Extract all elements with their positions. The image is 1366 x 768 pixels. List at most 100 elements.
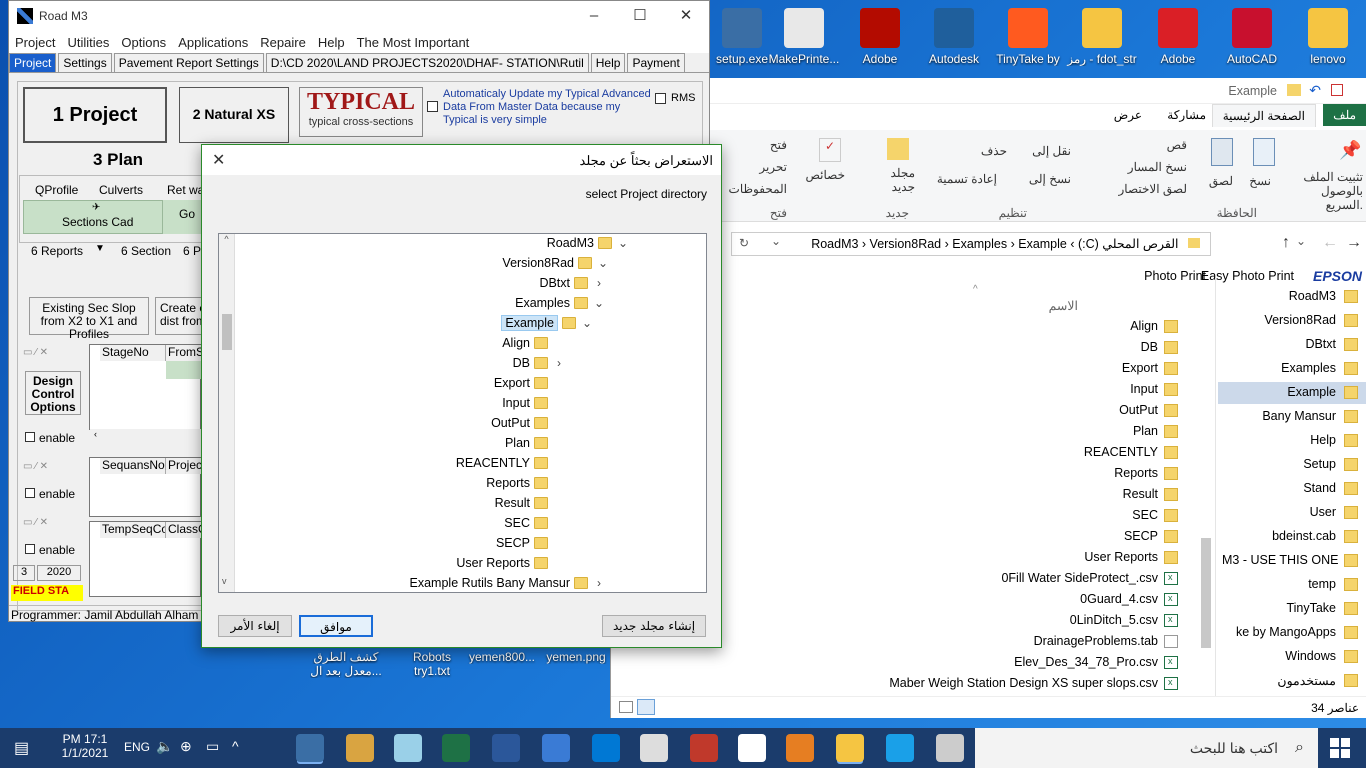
temp-grid[interactable]: TempSeqCod ClassCo: [89, 521, 202, 597]
clock[interactable]: PM 17:1 1/1/2021: [60, 732, 110, 760]
enable-checkbox-1[interactable]: [25, 432, 35, 442]
road-tab[interactable]: Project: [9, 53, 57, 72]
dialog-close-icon[interactable]: ✕: [212, 150, 225, 170]
stage-no-header[interactable]: StageNo: [100, 345, 166, 361]
volume-icon[interactable]: 🔈: [156, 738, 173, 755]
file-row[interactable]: SECP: [1124, 529, 1178, 544]
enable-checkbox-2[interactable]: [25, 488, 35, 498]
file-row[interactable]: Maber Weigh Station Design XS super slop…: [889, 676, 1178, 691]
file-row[interactable]: DB: [1141, 340, 1178, 355]
tab-home[interactable]: الصفحة الرئيسية: [1211, 104, 1316, 127]
desktop-icon[interactable]: Adobe: [1142, 2, 1214, 76]
collapsed-arrow-icon[interactable]: ‹: [552, 356, 566, 370]
open-button[interactable]: فتح: [770, 138, 787, 152]
file-row[interactable]: 0Fill Water SideProtect_.csv: [1001, 571, 1178, 586]
tree-scrollbar[interactable]: ^ v: [219, 234, 235, 592]
nav-item[interactable]: temp: [1218, 574, 1366, 596]
back-arrow-icon[interactable]: →: [1346, 234, 1362, 252]
road-tab[interactable]: Pavement Report Settings: [113, 53, 264, 72]
address-seg-3[interactable]: Examples: [952, 237, 1007, 251]
sequans-grid[interactable]: SequansNo ProjectI: [89, 457, 202, 517]
nav-item[interactable]: DBtxt: [1218, 334, 1366, 356]
plan-button[interactable]: 3 Plan: [23, 147, 213, 173]
7zip-taskbar-icon[interactable]: [640, 734, 668, 762]
ret-wall-button[interactable]: Ret wa: [167, 183, 204, 197]
tray-chevron-icon[interactable]: ^: [232, 738, 239, 754]
project-header[interactable]: ProjectI: [166, 458, 202, 474]
road-m3-taskbar-icon[interactable]: [296, 734, 324, 762]
mini-toolbar-1[interactable]: ▭ ⁄ ✕: [23, 347, 83, 363]
paste-button[interactable]: لصق: [1209, 174, 1233, 188]
mail-taskbar-icon[interactable]: [592, 734, 620, 762]
nav-item[interactable]: مستخدمون: [1218, 670, 1366, 692]
road-tab[interactable]: Settings: [58, 53, 112, 72]
tree-node[interactable]: Export: [494, 374, 566, 392]
file-row[interactable]: REACENTLY: [1084, 445, 1178, 460]
edit-button[interactable]: تحرير: [759, 160, 787, 174]
store-taskbar-icon[interactable]: [786, 734, 814, 762]
desktop-icon[interactable]: رمز - fdot_str: [1066, 2, 1138, 76]
pin-button[interactable]: تثبيت الملف بالوصول السريع.: [1283, 170, 1363, 212]
list-view-icon[interactable]: [637, 699, 655, 715]
properties-button[interactable]: خصائص: [805, 168, 845, 182]
address-seg-2[interactable]: Version8Rad: [870, 237, 942, 251]
file-row[interactable]: User Reports: [1084, 550, 1178, 565]
word-taskbar-icon[interactable]: [492, 734, 520, 762]
up-arrow-icon[interactable]: ↑: [1282, 234, 1290, 252]
menu-item[interactable]: Options: [115, 35, 172, 50]
language-label[interactable]: ENG: [124, 740, 150, 754]
battery-icon[interactable]: ▭: [206, 738, 219, 755]
address-seg-0[interactable]: القرص المحلي (C:): [1078, 237, 1179, 251]
desktop-icon[interactable]: Adobe: [844, 2, 916, 76]
copy-to-button[interactable]: نسخ إلى: [1029, 172, 1071, 186]
address-seg-1[interactable]: RoadM3: [811, 237, 858, 251]
grid-cell[interactable]: [166, 361, 202, 379]
tree-node[interactable]: OutPut: [491, 414, 566, 432]
from-st-header[interactable]: FromSt: [166, 345, 202, 361]
tab-share[interactable]: مشاركة: [1157, 104, 1216, 126]
desktop-icon[interactable]: TinyTake by: [992, 2, 1064, 76]
minimize-icon[interactable]: –: [571, 1, 617, 31]
natural-xs-button[interactable]: 2 Natural XS: [179, 87, 289, 143]
recent-chevron-icon[interactable]: ⌄: [1296, 234, 1306, 248]
expanded-arrow-icon[interactable]: ⌄: [616, 236, 630, 250]
maximize-icon[interactable]: ☐: [617, 1, 663, 31]
desktop-icon[interactable]: AutoCAD: [1216, 2, 1288, 76]
sections-cad-button[interactable]: ✈ Sections Cad: [23, 200, 163, 234]
excel-taskbar-icon[interactable]: [442, 734, 470, 762]
tree-node[interactable]: User Reports: [456, 554, 566, 572]
nav-item[interactable]: bdeinst.cab: [1218, 526, 1366, 548]
tree-node[interactable]: ‹ Example Rutils Bany Mansur: [410, 574, 606, 592]
menu-item[interactable]: Utilities: [61, 35, 115, 50]
address-dropdown-icon[interactable]: ⌄: [771, 234, 781, 248]
tree-node[interactable]: SEC: [504, 514, 566, 532]
file-row[interactable]: Export: [1122, 361, 1178, 376]
year-field[interactable]: 2020: [37, 565, 81, 581]
copy-path-button[interactable]: نسخ المسار: [1128, 160, 1187, 174]
nav-item[interactable]: Help: [1218, 430, 1366, 452]
edge-taskbar-icon[interactable]: [886, 734, 914, 762]
address-bar[interactable]: القرص المحلي (C:) › RoadM3 › Version8Rad…: [731, 232, 1211, 256]
nav-item[interactable]: Bany Mansur: [1218, 406, 1366, 428]
collapsed-arrow-icon[interactable]: ‹: [592, 276, 606, 290]
scroll-down-icon[interactable]: v: [222, 576, 227, 586]
properties-icon[interactable]: [1331, 84, 1343, 96]
reports-dropdown-icon[interactable]: ▼: [95, 243, 105, 254]
nav-item[interactable]: Stand: [1218, 478, 1366, 500]
forward-arrow-icon[interactable]: ←: [1322, 234, 1338, 252]
file-row[interactable]: OutPut: [1119, 403, 1178, 418]
grid-hscroll[interactable]: ‹: [90, 429, 202, 443]
folder-tree[interactable]: ^ v ⌄ RoadM3 ⌄ Version8Rad ‹ DBtxt ⌄ Examples ⌄ E…: [218, 233, 707, 593]
tree-node[interactable]: SECP: [496, 534, 566, 552]
desktop-icon[interactable]: yemen800...: [466, 650, 538, 690]
winrar-taskbar-icon[interactable]: [690, 734, 718, 762]
desktop-icon[interactable]: Robots try1.txt: [396, 650, 468, 690]
tree-node[interactable]: Align: [502, 334, 566, 352]
tree-node[interactable]: ⌄ Examples: [515, 294, 606, 312]
tree-node[interactable]: Input: [502, 394, 566, 412]
tree-node[interactable]: Plan: [505, 434, 566, 452]
reports-button[interactable]: 6 Reports: [31, 244, 83, 258]
file-row[interactable]: Result: [1123, 487, 1178, 502]
tree-node[interactable]: REACENTLY: [456, 454, 566, 472]
nav-item[interactable]: Example: [1218, 382, 1366, 404]
